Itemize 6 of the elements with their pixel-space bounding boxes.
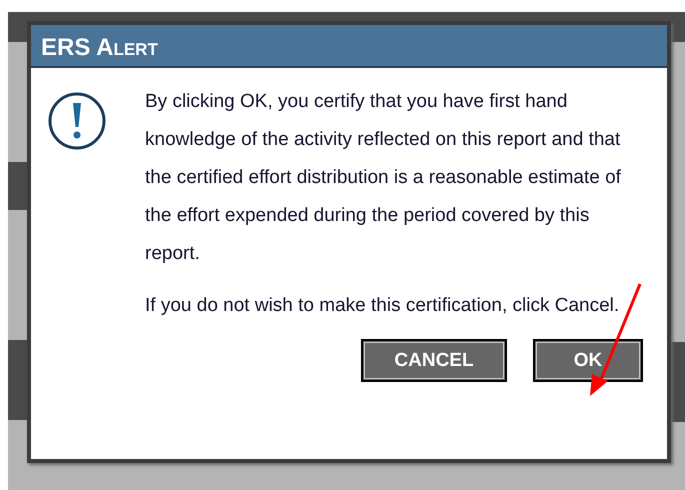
- ok-button[interactable]: OK: [533, 339, 643, 382]
- dialog-title: ERS Alert: [31, 25, 667, 68]
- exclamation-icon: [47, 91, 107, 151]
- cancel-button[interactable]: CANCEL: [361, 339, 507, 382]
- message-text: If you do not wish to make this certification, click Cancel.: [145, 294, 620, 318]
- message-text: By clicking OK, you certify that you have first hand knowledge of the activity reflected on this report and that the certified effort distribution is a reasonable estimate of the effort expended during the period covered by this report.: [145, 90, 622, 266]
